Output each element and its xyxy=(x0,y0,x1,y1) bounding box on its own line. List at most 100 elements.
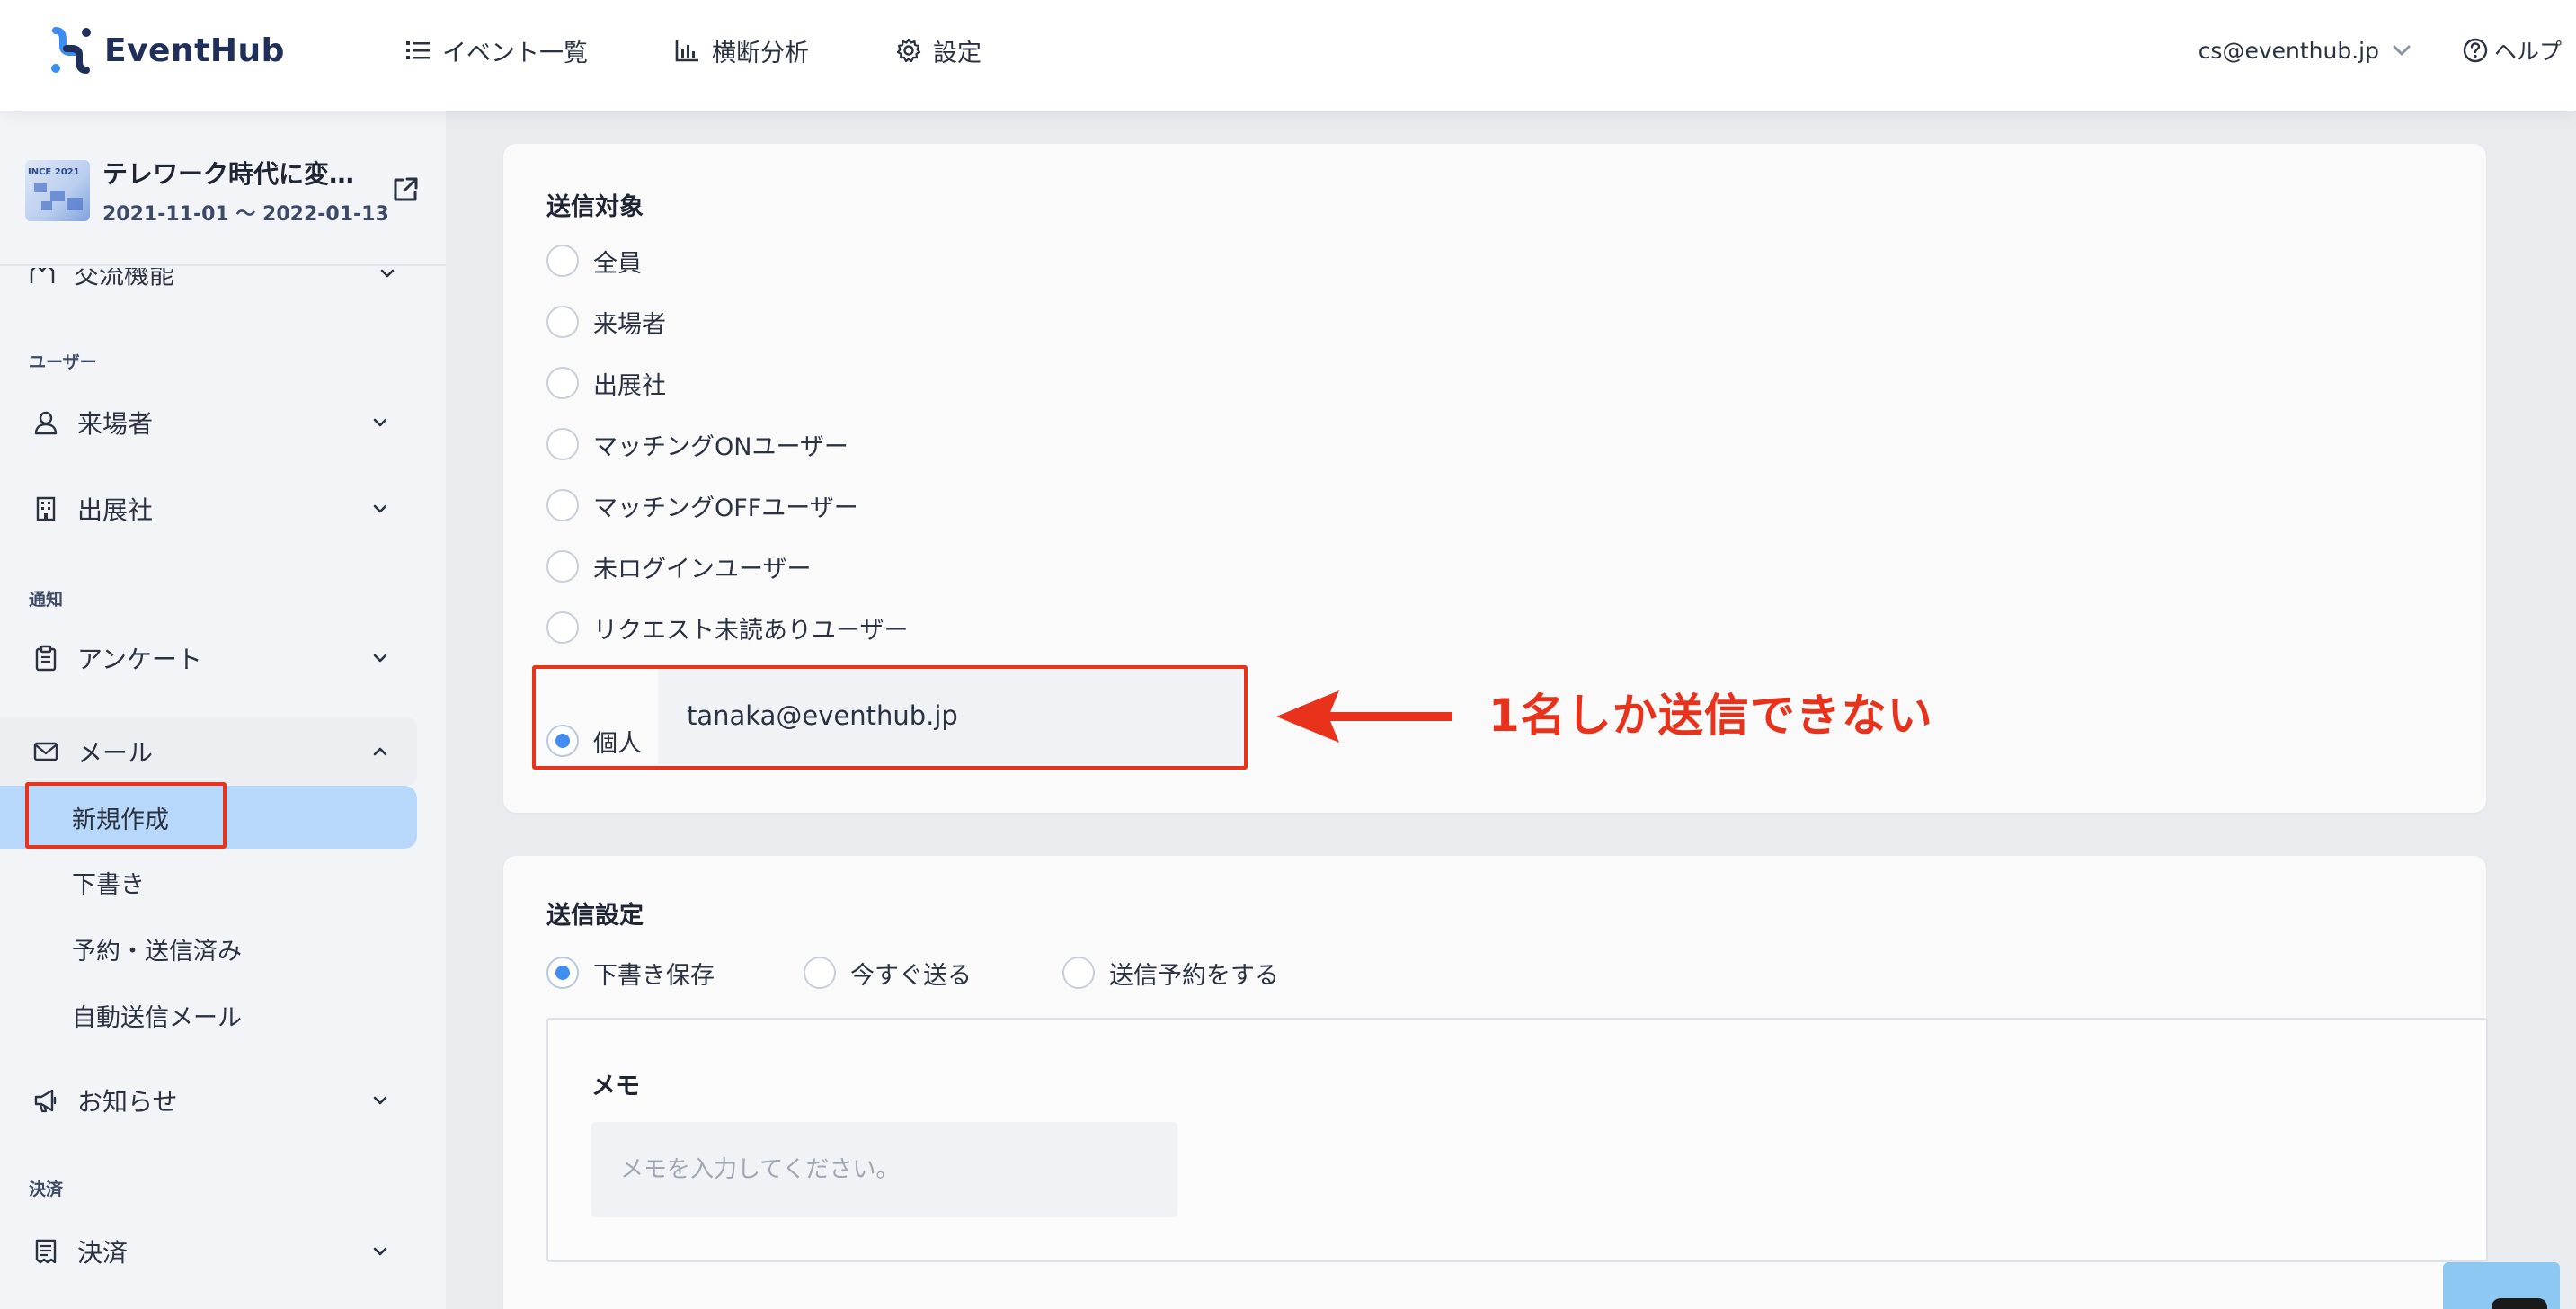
radio-button[interactable] xyxy=(546,367,579,399)
send-option-now[interactable]: 今すぐ送る xyxy=(804,953,972,993)
sidebar: INCE 2021 テレワーク時代に変… 2021-11-01 ～ 2022-0… xyxy=(0,111,446,1309)
recipient-option-label: 全員 xyxy=(593,249,642,278)
send-option-draft[interactable]: 下書き保存 xyxy=(546,953,715,993)
nav-event-list[interactable]: イベント一覧 xyxy=(404,33,588,68)
help-label: ヘルプ xyxy=(2493,39,2562,65)
chevron-down-icon xyxy=(373,1096,387,1105)
mail-icon xyxy=(33,742,58,761)
sidebar-item-exhibitors[interactable]: 出展社 xyxy=(0,475,417,543)
highlight-box-new-mail xyxy=(25,782,227,849)
logo-text: EventHub xyxy=(104,31,285,69)
sidebar-subitem-scheduled-label: 予約・送信済み xyxy=(72,937,242,966)
radio-button[interactable] xyxy=(1062,957,1095,989)
sidebar-item-mail-label: メール xyxy=(77,738,154,768)
recipient-option-label: マッチングOFFユーザー xyxy=(593,494,858,522)
sidebar-subitem-drafts-label: 下書き xyxy=(72,870,145,899)
chat-widget-button[interactable] xyxy=(2443,1262,2560,1309)
help-circle-icon xyxy=(2463,38,2488,63)
section-label-users: ユーザー xyxy=(29,352,97,372)
chevron-down-icon xyxy=(373,1247,387,1256)
sidebar-item-visitors-label: 来場者 xyxy=(77,409,154,439)
eventhub-logo-icon xyxy=(51,27,91,74)
annotation-text: 1名しか送信できない xyxy=(1488,690,1933,742)
sidebar-item-survey[interactable]: アンケート xyxy=(0,624,417,692)
sidebar-item-mail[interactable]: メール xyxy=(0,717,417,786)
event-dates: 2021-11-01 ～ 2022-01-13 xyxy=(102,203,389,226)
radio-button[interactable] xyxy=(546,611,579,644)
user-icon xyxy=(34,411,58,435)
radio-button[interactable] xyxy=(546,489,579,521)
highlight-box-individual xyxy=(532,665,1248,770)
sidebar-item-survey-label: アンケート xyxy=(77,645,202,674)
recipient-option-not-logged-in[interactable]: 未ログインユーザー xyxy=(546,547,811,586)
eventhub-logo[interactable]: EventHub xyxy=(49,25,285,76)
recipients-title: 送信対象 xyxy=(546,193,644,221)
top-header: EventHub イベント一覧 横断分析 設定 cs@eventhub.jp ヘ… xyxy=(0,0,2576,111)
sidebar-subitem-drafts[interactable]: 下書き xyxy=(0,850,417,913)
send-option-label: 送信予約をする xyxy=(1109,961,1279,990)
memo-input[interactable] xyxy=(591,1122,1177,1217)
radio-button[interactable] xyxy=(546,306,579,338)
recipient-option-exhibitors[interactable]: 出展社 xyxy=(546,363,666,403)
send-option-label: 今すぐ送る xyxy=(850,961,972,990)
memo-panel: メモ xyxy=(546,1018,2488,1262)
nav-settings[interactable]: 設定 xyxy=(895,33,982,68)
chevron-down-icon xyxy=(373,654,387,663)
recipient-option-matching-on[interactable]: マッチングONユーザー xyxy=(546,424,848,464)
list-icon xyxy=(406,41,430,59)
recipient-option-label: リクエスト未読ありユーザー xyxy=(593,616,909,645)
sidebar-item-payment[interactable]: 決済 xyxy=(0,1217,417,1286)
nav-cross-analysis-label: 横断分析 xyxy=(712,39,809,67)
sidebar-subitem-auto-mail-label: 自動送信メール xyxy=(72,1003,242,1032)
section-label-notifications: 通知 xyxy=(29,590,64,610)
recipient-option-label: マッチングONユーザー xyxy=(593,432,848,461)
gear-icon xyxy=(896,38,921,63)
event-thumbnail: INCE 2021 xyxy=(25,160,90,221)
sidebar-item-payment-label: 決済 xyxy=(77,1238,129,1268)
header-right: cs@eventhub.jp ヘルプ xyxy=(2198,31,2562,70)
sidebar-subitem-auto-mail[interactable]: 自動送信メール xyxy=(0,984,417,1046)
nav-settings-label: 設定 xyxy=(933,39,982,67)
sidebar-item-interaction-label: 交流機能 xyxy=(74,260,175,289)
clipboard-icon xyxy=(35,645,57,672)
send-option-label: 下書き保存 xyxy=(593,961,715,990)
event-info: テレワーク時代に変… 2021-11-01 ～ 2022-01-13 xyxy=(102,155,389,227)
chevron-down-icon xyxy=(380,269,395,278)
sidebar-item-visitors[interactable]: 来場者 xyxy=(0,388,417,457)
recipient-option-label: 未ログインユーザー xyxy=(593,555,812,583)
receipt-icon xyxy=(35,1239,57,1264)
sidebar-item-exhibitors-label: 出展社 xyxy=(77,495,154,525)
recipient-option-unread-request[interactable]: リクエスト未読ありユーザー xyxy=(546,608,908,647)
chevron-down-icon xyxy=(373,504,387,513)
help-link[interactable]: ヘルプ xyxy=(2462,34,2562,67)
current-event-card[interactable]: INCE 2021 テレワーク時代に変… 2021-11-01 ～ 2022-0… xyxy=(25,155,421,227)
event-thumbnail-text: INCE 2021 xyxy=(28,167,80,177)
nav-cross-analysis[interactable]: 横断分析 xyxy=(674,33,809,68)
sidebar-item-news[interactable]: お知らせ xyxy=(0,1066,417,1135)
radio-button[interactable] xyxy=(804,957,836,989)
send-option-schedule[interactable]: 送信予約をする xyxy=(1062,953,1279,993)
external-link-icon[interactable] xyxy=(390,174,421,205)
sidebar-item-news-label: お知らせ xyxy=(77,1087,178,1117)
account-menu[interactable]: cs@eventhub.jp xyxy=(2198,38,2413,64)
chevron-down-icon xyxy=(373,418,387,427)
recipient-option-visitors[interactable]: 来場者 xyxy=(546,302,666,342)
send-settings-title: 送信設定 xyxy=(546,902,644,930)
radio-button-selected[interactable] xyxy=(546,957,579,989)
main-nav: イベント一覧 横断分析 設定 xyxy=(404,31,1068,70)
radio-button[interactable] xyxy=(546,245,579,277)
sidebar-subitem-scheduled[interactable]: 予約・送信済み xyxy=(0,917,417,980)
recipient-option-label: 出展社 xyxy=(593,371,666,400)
bar-chart-icon xyxy=(675,40,698,62)
annotation-arrow-icon xyxy=(1276,690,1452,743)
section-label-payment: 決済 xyxy=(29,1180,64,1199)
event-title: テレワーク時代に変… xyxy=(102,159,355,189)
recipient-option-matching-off[interactable]: マッチングOFFユーザー xyxy=(546,485,858,525)
recipient-option-all[interactable]: 全員 xyxy=(546,241,642,280)
radio-button[interactable] xyxy=(546,550,579,583)
sidebar-item-interaction[interactable]: 交流機能 xyxy=(29,260,397,291)
radio-button[interactable] xyxy=(546,428,579,460)
megaphone-icon xyxy=(34,1089,57,1113)
chat-icon xyxy=(2492,1298,2547,1309)
nav-event-list-label: イベント一覧 xyxy=(442,39,588,67)
